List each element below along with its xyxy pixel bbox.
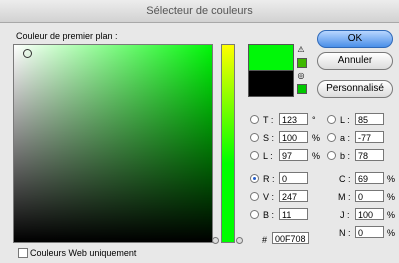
blue-label: B : — [263, 210, 275, 220]
magenta-label: M : — [338, 192, 351, 202]
ok-button[interactable]: OK — [317, 30, 393, 48]
blue-radio[interactable] — [250, 210, 259, 219]
cancel-button[interactable]: Annuler — [317, 52, 393, 70]
lab-l-label: L : — [340, 115, 350, 125]
green-radio[interactable] — [250, 192, 259, 201]
lab-b-label: b : — [340, 151, 351, 161]
brightness-input[interactable]: 97 — [279, 149, 308, 161]
web-safe-icon[interactable]: ◎ — [297, 72, 305, 80]
red-input[interactable]: 0 — [279, 172, 308, 184]
web-only-label: Couleurs Web uniquement — [30, 248, 137, 258]
magenta-input[interactable]: 0 — [355, 190, 384, 202]
web-safe-color[interactable] — [297, 84, 307, 94]
cyan-unit: % — [387, 174, 396, 184]
cyan-label: C : — [339, 174, 351, 184]
hue-slider-right-handle[interactable] — [236, 237, 243, 244]
hex-input[interactable]: 00F708 — [272, 232, 309, 244]
lab-l-input[interactable]: 85 — [355, 113, 384, 125]
brightness-unit: % — [312, 151, 321, 161]
lab-a-radio[interactable] — [327, 133, 336, 142]
foreground-color-label: Couleur de premier plan : — [16, 31, 118, 41]
web-only-checkbox[interactable] — [18, 248, 28, 258]
hue-radio[interactable] — [250, 115, 259, 124]
brightness-label: L : — [263, 151, 273, 161]
brightness-radio[interactable] — [250, 151, 259, 160]
lab-a-label: a : — [340, 133, 351, 143]
saturation-unit: % — [312, 133, 321, 143]
hue-slider[interactable] — [221, 44, 235, 243]
yellow-unit: % — [387, 210, 396, 220]
hue-unit: ° — [312, 115, 316, 125]
saturation-radio[interactable] — [250, 133, 259, 142]
out-of-gamut-color[interactable] — [297, 58, 307, 68]
window-title: Sélecteur de couleurs — [0, 0, 399, 23]
current-color-swatch — [248, 70, 294, 97]
black-unit: % — [387, 228, 396, 238]
cyan-input[interactable]: 69 — [355, 172, 384, 184]
custom-button[interactable]: Personnalisé — [317, 80, 393, 98]
green-input[interactable]: 247 — [279, 190, 308, 202]
lab-l-radio[interactable] — [327, 115, 336, 124]
color-selector-circle[interactable] — [23, 49, 32, 58]
hue-label: T : — [263, 115, 274, 125]
yellow-label: J : — [340, 210, 350, 220]
magenta-unit: % — [387, 192, 396, 202]
saturation-label: S : — [263, 133, 275, 143]
hue-slider-left-handle[interactable] — [212, 237, 219, 244]
black-label: N : — [339, 228, 351, 238]
green-label: V : — [263, 192, 275, 202]
black-input[interactable]: 0 — [355, 226, 384, 238]
lab-a-input[interactable]: -77 — [355, 131, 384, 143]
lab-b-input[interactable]: 78 — [355, 149, 384, 161]
new-color-swatch — [248, 44, 294, 71]
saturation-input[interactable]: 100 — [279, 131, 308, 143]
hex-label: # — [262, 235, 268, 245]
blue-input[interactable]: 11 — [279, 208, 308, 220]
color-field[interactable] — [13, 44, 213, 243]
hue-input[interactable]: 123 — [279, 113, 308, 125]
red-radio[interactable] — [250, 174, 259, 183]
yellow-input[interactable]: 100 — [355, 208, 384, 220]
warning-icon[interactable]: ⚠ — [297, 46, 305, 54]
red-label: R : — [263, 174, 275, 184]
lab-b-radio[interactable] — [327, 151, 336, 160]
